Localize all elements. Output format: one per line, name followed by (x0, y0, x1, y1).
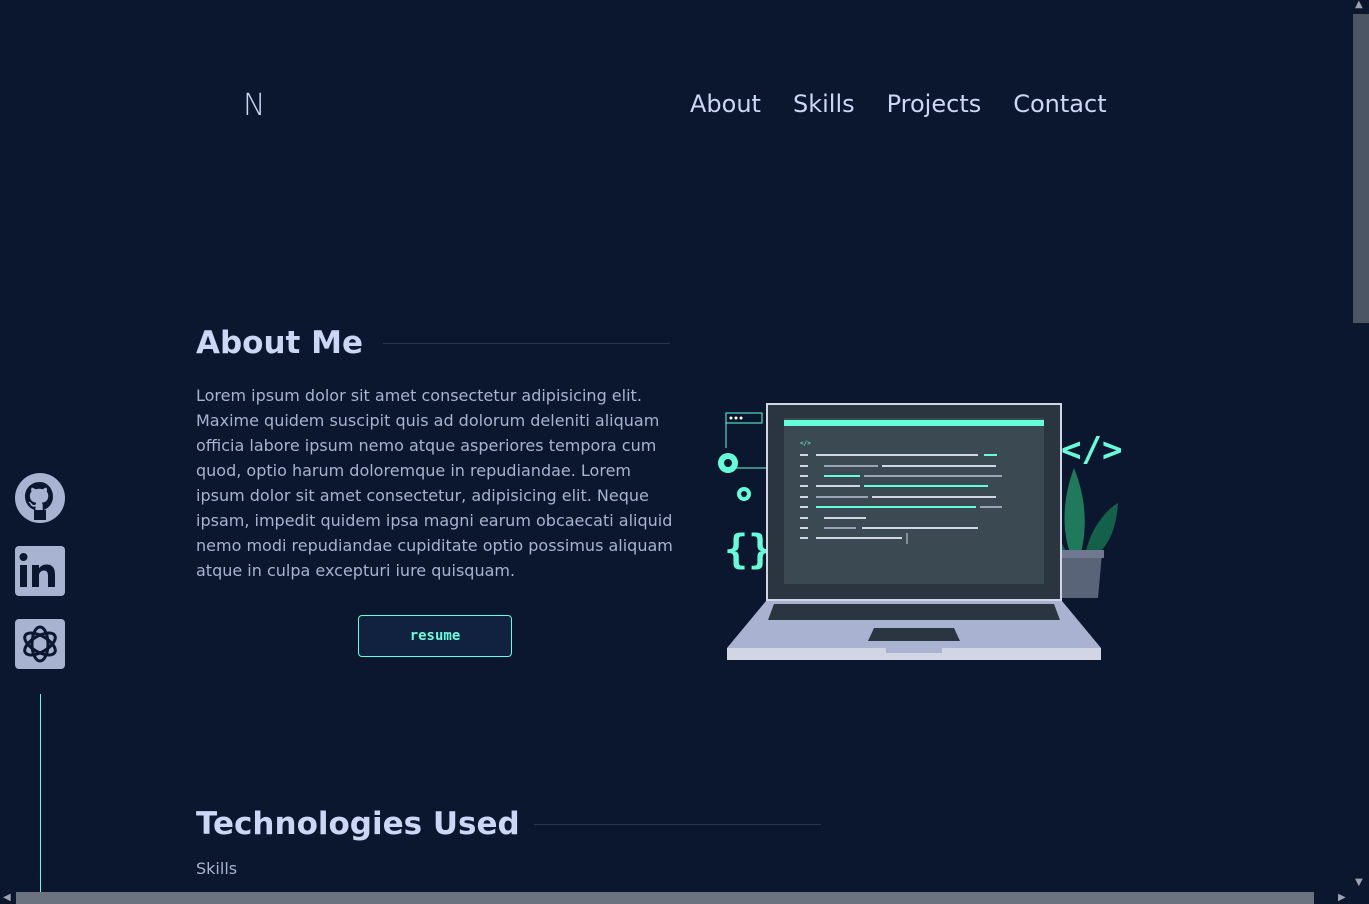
laptop-coding-illustration: {} </> </> (716, 398, 1126, 672)
technologies-heading: Technologies Used (196, 806, 520, 842)
scroll-left-icon[interactable]: ◀ (3, 893, 11, 903)
about-paragraph: Lorem ipsum dolor sit amet consectetur a… (196, 386, 673, 580)
horizontal-scroll-thumb[interactable] (16, 892, 1314, 904)
svg-text:</>: </> (800, 440, 811, 447)
nav-projects[interactable]: Projects (887, 90, 982, 118)
scroll-right-icon[interactable]: ▶ (1338, 893, 1346, 903)
nav-about[interactable]: About (690, 90, 761, 118)
vertical-scroll-thumb[interactable] (1353, 14, 1369, 323)
social-divider-line (40, 694, 41, 892)
nav-contact[interactable]: Contact (1013, 90, 1106, 118)
site-logo[interactable]: N (243, 88, 265, 123)
scroll-down-icon[interactable]: ▼ (1355, 878, 1363, 888)
about-heading: About Me (196, 325, 364, 361)
about-heading-line (383, 343, 670, 344)
svg-text:{}: {} (724, 527, 772, 573)
github-icon[interactable] (15, 473, 65, 523)
technologies-heading-line (534, 824, 821, 825)
vertical-scrollbar[interactable]: ▲ ▼ (1351, 0, 1369, 892)
resume-button[interactable]: resume (358, 615, 512, 657)
svg-text:</>: </> (1061, 430, 1122, 470)
openai-icon[interactable] (15, 619, 65, 669)
scroll-up-icon[interactable]: ▲ (1355, 0, 1363, 10)
linkedin-icon[interactable] (15, 546, 65, 596)
horizontal-scrollbar[interactable]: ◀ ▶ (0, 892, 1369, 904)
main-nav: About Skills Projects Contact (690, 90, 1107, 118)
nav-skills[interactable]: Skills (793, 90, 855, 118)
skills-subheading: Skills (196, 859, 238, 878)
page: N About Skills Projects Contact About Me… (0, 0, 1351, 892)
